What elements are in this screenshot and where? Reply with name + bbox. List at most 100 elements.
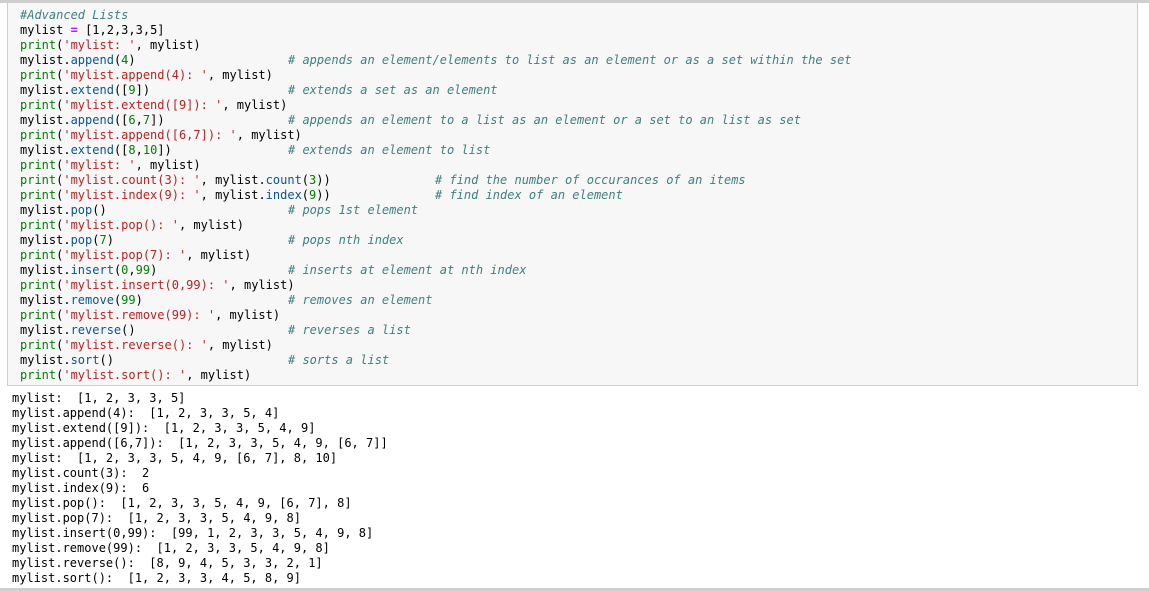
punct: ) [106,233,114,247]
method: pop [70,203,93,217]
output-line: mylist.extend([9]): [1, 2, 3, 3, 5, 4, 9… [12,421,316,435]
punct: )) [316,173,331,187]
output-line: mylist.append(4): [1, 2, 3, 3, 5, 4] [12,406,280,420]
inline-comment: # inserts at element at nth index [288,263,527,277]
object: mylist. [20,323,71,337]
keyword: print [20,68,57,82]
header-comment: #Advanced Lists [20,8,129,22]
method: append [70,113,114,127]
keyword: print [20,338,57,352]
variable: mylist [20,23,64,37]
code-line: print('mylist.pop(7): ', mylist) [20,248,331,263]
string: 'mylist.extend([9]): ' [63,98,223,112]
keyword: print [20,98,57,112]
inline-comment: # extends an element to list [288,143,491,157]
code-editor[interactable]: #Advanced Lists mylist = [1,2,3,3,5] pri… [20,8,852,383]
inline-comment: # pops nth index [288,233,404,247]
keyword: print [20,368,57,382]
string: 'mylist: ' [63,38,136,52]
number: 7 [99,233,107,247]
code-line: mylist.sort() # sorts a list [20,353,389,368]
string: 'mylist.count(3): ' [63,173,201,187]
punct: ([ [113,83,129,97]
method: index [265,188,302,202]
keyword: print [20,128,57,142]
punct: )) [316,188,331,202]
number: 7 [142,113,151,127]
punct: ) [135,293,143,307]
output-line: mylist.pop(): [1, 2, 3, 3, 5, 4, 9, [6, … [12,496,352,510]
inline-comment: # extends a set as an element [288,83,498,97]
list-literal: [1,2,3,3,5] [85,23,165,37]
code-line: print('mylist.append(4): ', mylist) [20,68,331,83]
args: , mylist) [229,278,295,292]
object: mylist. [20,113,71,127]
code-line: print('mylist.extend([9]): ', mylist) [20,98,331,113]
object: mylist. [20,263,71,277]
inline-comment: # pops 1st element [288,203,419,217]
output-line: mylist.pop(7): [1, 2, 3, 3, 5, 4, 9, 8] [12,511,301,525]
string: 'mylist.sort(): ' [63,368,187,382]
cell-output: mylist: [1, 2, 3, 3, 5] mylist.append(4)… [12,391,388,586]
string: 'mylist.insert(0,99): ' [63,278,230,292]
code-line: mylist.pop() # pops 1st element [20,203,418,218]
inline-comment: # appends an element to a list as an ele… [288,113,801,127]
punct: , [128,263,136,277]
punct: , [135,143,143,157]
object: mylist. [20,293,71,307]
method: sort [70,353,100,367]
number: 9 [128,83,136,97]
code-line: print('mylist.append([6,7]): ', mylist) [20,128,331,143]
keyword: print [20,173,57,187]
output-line: mylist.remove(99): [1, 2, 3, 3, 5, 4, 9,… [12,541,330,555]
keyword: print [20,158,57,172]
output-line: mylist.index(9): 6 [12,481,150,495]
string: 'mylist.index(9): ' [63,188,201,202]
code-line: mylist = [1,2,3,3,5] [20,23,331,38]
keyword: print [20,38,57,52]
code-cell-input[interactable]: #Advanced Lists mylist = [1,2,3,3,5] pri… [7,3,1138,386]
code-line: mylist.extend([8,10]) # extends an elemen… [20,143,490,158]
string: 'mylist.pop(): ' [63,218,179,232]
punct: ( [92,233,100,247]
object: mylist. [20,53,71,67]
code-line: #Advanced Lists [20,8,331,23]
punct: () [99,353,114,367]
method: append [70,53,114,67]
inline-comment: # find index of an element [435,188,623,202]
string: 'mylist.reverse(): ' [63,338,208,352]
number: 10 [142,143,158,157]
args: , mylist) [222,98,288,112]
string: 'mylist.append(4): ' [63,68,208,82]
string: 'mylist: ' [63,158,136,172]
output-line: mylist.insert(0,99): [99, 1, 2, 3, 3, 5,… [12,526,374,540]
inline-comment: # find the number of occurances of an it… [435,173,746,187]
code-line: mylist.remove(99) # removes an element [20,293,433,308]
keyword: print [20,248,57,262]
method: extend [70,83,114,97]
keyword: print [20,278,57,292]
number: 99 [135,263,151,277]
punct: ( [301,188,310,202]
output-line: mylist: [1, 2, 3, 3, 5, 4, 9, [6, 7], 8,… [12,451,338,465]
args: , mylist. [200,173,266,187]
args: , mylist) [186,368,252,382]
object: mylist. [20,353,71,367]
punct: ) [150,263,158,277]
operator: = [70,23,78,37]
keyword: print [20,218,57,232]
punct: () [92,203,107,217]
inline-comment: # reverses a list [288,323,411,337]
keyword: print [20,308,57,322]
code-line: mylist.append([6,7]) # appends an element… [20,113,801,128]
code-line: print('mylist: ', mylist) [20,158,331,173]
inline-comment: # appends an element/elements to list as… [288,53,852,67]
object: mylist. [20,233,71,247]
code-line: print('mylist.sort(): ', mylist) [20,368,331,383]
code-line: mylist.reverse() # reverses a list [20,323,411,338]
method: count [265,173,302,187]
code-line: print('mylist.pop(): ', mylist) [20,218,331,233]
method: reverse [70,323,122,337]
object: mylist. [20,83,71,97]
code-line: mylist.append(4) # appends an element/ele… [20,53,852,68]
